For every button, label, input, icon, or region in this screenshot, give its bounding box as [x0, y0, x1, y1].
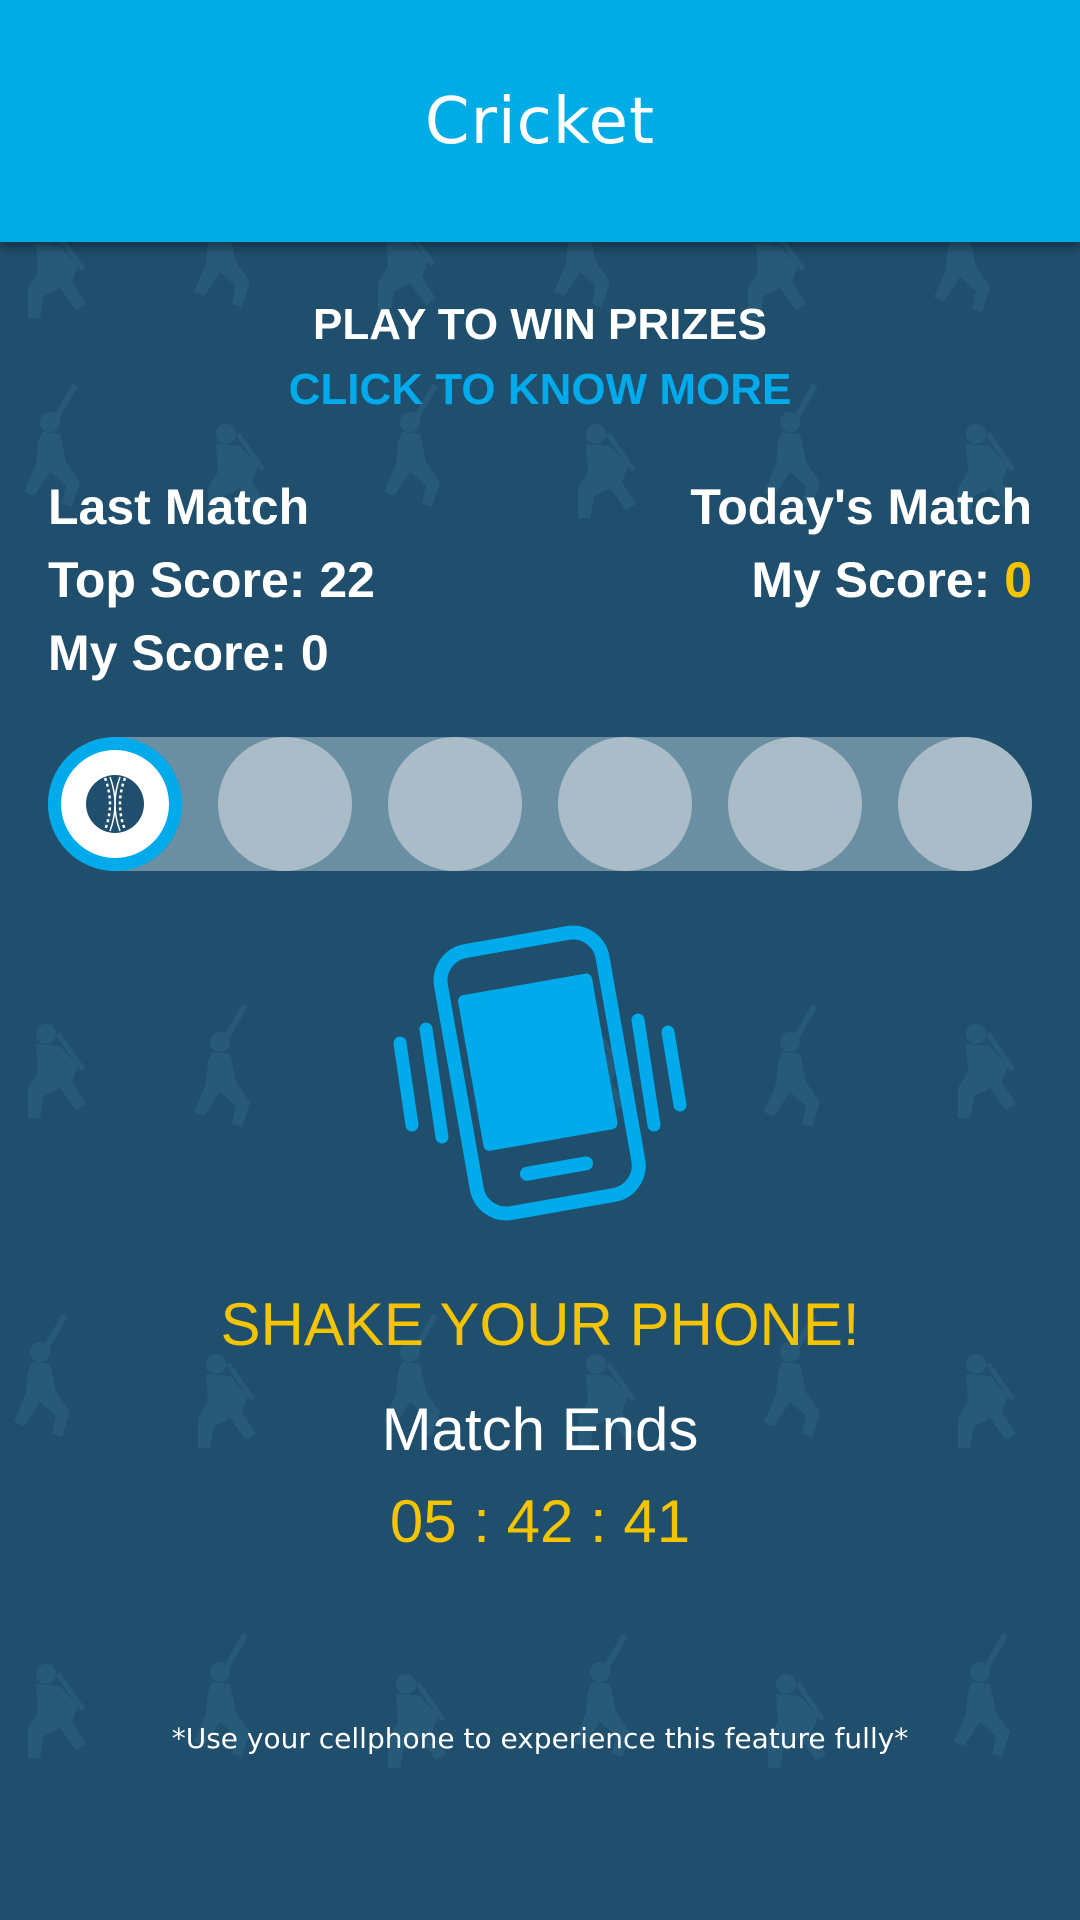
today-my-score-label: My Score: — [751, 552, 991, 608]
match-countdown: 05 : 42 : 41 — [389, 1488, 691, 1555]
last-my-score-label: My Score: — [48, 625, 287, 681]
ball-slot-active — [48, 737, 182, 871]
todays-match-my-score: My Score: 0 — [751, 551, 1032, 609]
shake-prompt: SHAKE YOUR PHONE! — [220, 1291, 860, 1358]
ball-slot — [558, 737, 692, 871]
today-my-score-value: 0 — [1004, 552, 1032, 608]
ball-slot — [388, 737, 522, 871]
cricket-ball-icon — [86, 775, 144, 833]
top-score-value: 22 — [319, 552, 375, 608]
shake-phone-icon — [380, 925, 700, 1230]
match-ends-label: Match Ends — [381, 1396, 699, 1463]
app-header: Cricket — [0, 0, 1080, 242]
ball-slot — [218, 737, 352, 871]
ball-slot — [728, 737, 862, 871]
last-my-score-value: 0 — [300, 625, 329, 681]
ball-slot — [898, 737, 1032, 871]
todays-match-heading: Today's Match — [690, 479, 1032, 535]
top-score-label: Top Score: — [48, 552, 306, 608]
last-match-heading: Last Match — [48, 479, 310, 535]
last-match-top-score: Top Score: 22 — [48, 551, 375, 609]
know-more-link[interactable]: CLICK TO KNOW MORE — [0, 365, 1080, 415]
ball-tracker — [48, 737, 1032, 871]
promo-title: PLAY TO WIN PRIZES — [313, 300, 767, 349]
page-title: Cricket — [424, 85, 656, 159]
footer-note: *Use your cellphone to experience this f… — [171, 1722, 909, 1755]
last-match-my-score: My Score: 0 — [48, 624, 329, 682]
